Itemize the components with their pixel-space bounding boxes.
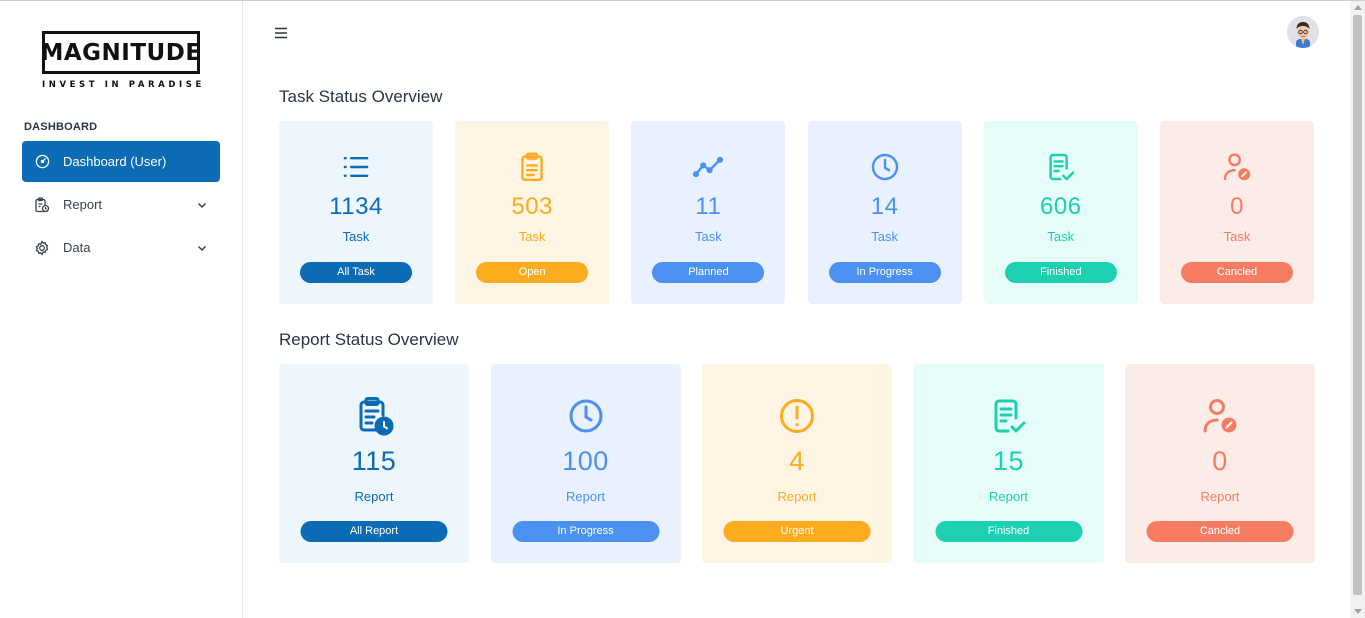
sidebar-nav: Dashboard (User) Report Data [22,141,220,270]
report-count: 100 [562,446,609,476]
task-status-button[interactable]: Finished [1004,262,1117,283]
report-status-button[interactable]: All Report [300,521,448,542]
task-unit-label: Task [1223,229,1251,244]
logo-box: MAGNITUDE [40,31,202,74]
report-card: 0 Report Cancled [1125,364,1315,563]
report-unit-label: Report [565,489,606,504]
task-status-button[interactable]: All Task [300,262,412,283]
task-unit-label: Task [871,229,898,244]
sidebar-item-report[interactable]: Report [22,184,220,225]
report-card: 115 Report All Report [279,364,469,563]
task-status-button[interactable]: Planned [652,262,765,283]
report-card: 100 Report In Progress [490,364,681,563]
trend-icon [692,151,724,188]
scrollbar-thumb[interactable] [1353,15,1362,595]
user-cancel-icon [1221,151,1253,188]
task-card: 0 Task Cancled [1160,121,1314,304]
page-scrollbar[interactable] [1350,1,1365,618]
task-card: 11 Task Planned [631,121,786,304]
clock-icon [566,396,606,441]
clipboard-icon [516,151,548,188]
task-card: 503 Task Open [455,121,610,304]
avatar[interactable] [1287,16,1319,48]
sidebar-item-label: Dashboard (User) [63,154,167,169]
list-icon [340,151,372,188]
gauge-icon [34,154,50,170]
task-count: 0 [1230,193,1244,220]
nav-section-title: DASHBOARD [24,121,98,133]
report-count: 15 [992,446,1025,476]
brand-tagline: INVEST IN PARADISE [42,80,205,90]
report-status-button[interactable]: Urgent [723,521,871,542]
task-status-button[interactable]: Open [476,262,589,283]
report-count: 115 [351,446,397,476]
user-cancel-icon [1200,396,1240,441]
brand-name: MAGNITUDE [40,39,202,66]
task-unit-label: Task [342,229,370,244]
doc-check-icon [989,396,1029,441]
report-unit-label: Report [988,489,1029,504]
chevron-down-icon[interactable] [196,199,208,211]
report-unit-label: Report [777,489,817,504]
clock-icon [869,151,901,188]
clipboard-clock-icon [354,396,394,441]
sidebar-item-label: Report [63,197,103,212]
sidebar-item-label: Data [63,240,91,255]
sidebar-item-dashboard-user[interactable]: Dashboard (User) [22,141,220,182]
report-count: 4 [789,446,805,476]
clipboard-clock-icon [34,196,50,213]
task-count: 1134 [329,193,383,220]
chevron-down-icon[interactable] [196,242,208,254]
scroll-up-arrow[interactable] [1354,5,1362,10]
doc-check-icon [1045,151,1077,188]
report-unit-label: Report [354,489,394,504]
task-status-button[interactable]: Cancled [1181,262,1293,283]
sidebar-item-data[interactable]: Data [22,227,220,268]
task-count: 606 [1040,193,1082,220]
task-status-button[interactable]: In Progress [828,262,941,283]
report-status-button[interactable]: In Progress [512,521,659,542]
hamburger-icon[interactable] [273,25,289,41]
report-card: 4 Report Urgent [702,364,892,563]
task-card: 14 Task In Progress [807,121,962,304]
scroll-down-arrow[interactable] [1354,609,1362,614]
task-count: 14 [870,193,899,220]
report-unit-label: Report [1200,489,1240,504]
task-unit-label: Task [695,229,722,244]
task-overview-title: Task Status Overview [279,87,443,106]
report-status-button[interactable]: Finished [935,521,1082,542]
task-unit-label: Task [1047,229,1075,244]
sidebar: MAGNITUDE INVEST IN PARADISE DASHBOARD D… [0,1,243,618]
report-status-button[interactable]: Cancled [1146,521,1294,542]
task-count: 11 [695,193,722,220]
task-card: 606 Task Finished [983,121,1138,304]
task-card: 1134 Task All Task [279,121,433,304]
task-count: 503 [511,193,553,220]
task-unit-label: Task [518,229,546,244]
brand-logo[interactable]: MAGNITUDE INVEST IN PARADISE [40,31,205,90]
alert-icon [777,396,817,441]
report-overview-title: Report Status Overview [279,330,459,349]
report-count: 0 [1212,446,1228,476]
report-card: 15 Report Finished [913,364,1104,563]
gear-icon [34,239,50,256]
